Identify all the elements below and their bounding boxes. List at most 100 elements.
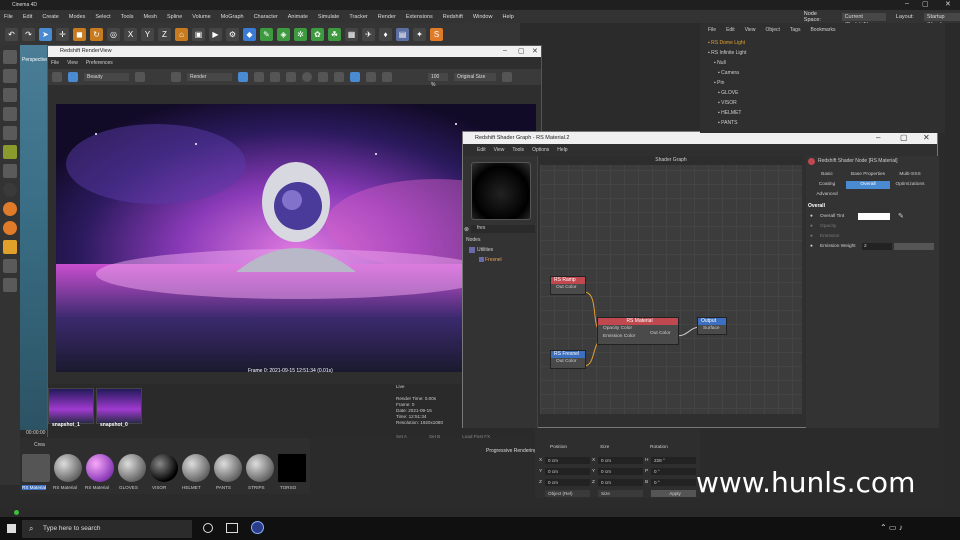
material-swatch[interactable] — [150, 454, 178, 482]
material-label[interactable]: HELMET — [182, 485, 201, 490]
object-item[interactable]: ▪ RS Dome Light — [708, 38, 745, 48]
node-rs-ramp[interactable]: RS Ramp Out Color — [550, 276, 586, 295]
rot-p-field[interactable]: 0 ° — [651, 468, 696, 475]
pos-z-field[interactable]: 0 cm — [545, 479, 590, 486]
menu-redshift[interactable]: Redshift — [443, 14, 463, 20]
clear-search-icon[interactable]: ⊗ — [464, 226, 469, 233]
rv-settings-icon[interactable] — [502, 72, 512, 82]
tab-optimizations[interactable]: Optimizations — [890, 181, 930, 189]
bulb-icon[interactable]: ✦ — [413, 27, 426, 41]
scale-icon[interactable]: ◼ — [73, 27, 86, 41]
coord-mode-dropdown[interactable]: Object (Rel) — [545, 490, 590, 497]
deformer-icon[interactable]: ✿ — [311, 27, 324, 41]
rv-stop-icon[interactable] — [52, 72, 62, 82]
set-a-button[interactable]: Set A — [396, 434, 407, 439]
sky-icon[interactable]: ▤ — [396, 27, 409, 41]
x-axis-icon[interactable]: X — [124, 27, 137, 41]
material-swatch[interactable] — [86, 454, 114, 482]
uv-mode-icon[interactable] — [3, 145, 17, 159]
pos-x-field[interactable]: 0 cm — [545, 457, 590, 464]
overall-tint-swatch[interactable] — [858, 213, 890, 220]
menu-help[interactable]: Help — [502, 14, 513, 20]
om-menu-tags[interactable]: Tags — [790, 27, 801, 33]
polygons-mode-icon[interactable] — [3, 126, 17, 140]
tab-coating[interactable]: Coating — [808, 181, 846, 189]
material-label[interactable]: STRIPS — [248, 485, 265, 490]
material-swatch[interactable] — [278, 454, 306, 482]
tab-base-properties[interactable]: Base Properties — [846, 171, 890, 179]
z-axis-icon[interactable]: Z — [158, 27, 171, 41]
material-label[interactable]: RS Material — [85, 485, 109, 490]
texture-mode-icon[interactable] — [3, 69, 17, 83]
rotate-icon[interactable]: ↻ — [90, 27, 103, 41]
mm-menu-create[interactable]: Crea — [34, 442, 45, 448]
rv-aov-icon[interactable] — [135, 72, 145, 82]
sg-menu-tools[interactable]: Tools — [512, 147, 524, 153]
pen-icon[interactable]: ✎ — [260, 27, 273, 41]
undo-icon[interactable]: ↶ — [5, 27, 18, 41]
size-x-field[interactable]: 0 cm — [598, 457, 643, 464]
locked-workplane-icon[interactable] — [3, 259, 17, 273]
sg-menu-options[interactable]: Options — [532, 147, 549, 153]
node-rs-material[interactable]: RS Material Opacity Color Emission Color… — [597, 317, 679, 345]
system-tray-icons[interactable]: ⌃ ▭ ♪ — [880, 523, 903, 532]
render-view-icon[interactable]: ▶ — [209, 27, 222, 41]
camera-icon[interactable]: ✈ — [362, 27, 375, 41]
menu-character[interactable]: Character — [254, 14, 278, 20]
object-item[interactable]: ▪ RS Infinite Light — [708, 48, 746, 58]
node-port[interactable]: Out Color — [551, 284, 585, 292]
material-label[interactable]: TORSO — [280, 485, 296, 490]
menu-window[interactable]: Window — [473, 14, 493, 20]
field-icon[interactable]: ☘ — [328, 27, 341, 41]
cloner-icon[interactable]: ✲ — [294, 27, 307, 41]
menu-render[interactable]: Render — [378, 14, 396, 20]
om-menu-object[interactable]: Object — [765, 27, 779, 33]
cross-icon[interactable] — [334, 72, 344, 82]
material-label[interactable]: GLOVES — [119, 485, 138, 490]
object-item[interactable]: ▪ VISOR — [718, 98, 737, 108]
size-z-field[interactable]: 0 cm — [598, 479, 643, 486]
viewport-tab[interactable]: Perspective — [22, 57, 48, 63]
windows-start-icon[interactable] — [7, 524, 16, 533]
material-label[interactable]: VISOR — [152, 485, 166, 490]
material-swatch[interactable] — [182, 454, 210, 482]
fit-icon[interactable] — [318, 72, 328, 82]
pos-y-field[interactable]: 0 cm — [545, 468, 590, 475]
menu-mograph[interactable]: MoGraph — [221, 14, 244, 20]
material-swatch[interactable] — [246, 454, 274, 482]
render-mode-dropdown[interactable]: Render — [187, 73, 232, 81]
node-output[interactable]: Output Surface — [697, 317, 727, 335]
taskbar-search[interactable]: Type here to search — [22, 520, 192, 538]
select-arrow-icon[interactable]: ➤ — [39, 27, 52, 41]
menu-tracker[interactable]: Tracker — [349, 14, 367, 20]
keyframe-icon[interactable]: ● — [810, 214, 820, 220]
menu-mesh[interactable]: Mesh — [144, 14, 157, 20]
emission-weight-field[interactable]: 2 — [862, 243, 892, 250]
snapshot-thumb-0[interactable] — [96, 388, 142, 424]
points-mode-icon[interactable] — [3, 88, 17, 102]
minimize-icon[interactable]: – — [905, 0, 909, 7]
material-label[interactable]: PANTS — [216, 485, 231, 490]
snowflake-icon[interactable] — [270, 72, 280, 82]
sg-menu-help[interactable]: Help — [557, 147, 567, 153]
menu-volume[interactable]: Volume — [192, 14, 210, 20]
material-swatch[interactable] — [118, 454, 146, 482]
object-item[interactable]: ▪ Null — [714, 58, 726, 68]
viewport-3d[interactable]: Perspective 00:00:00 — [20, 45, 50, 436]
set-b-button[interactable]: Set B — [429, 434, 440, 439]
om-menu-file[interactable]: File — [708, 27, 716, 33]
sg-minimize-icon[interactable]: – — [876, 133, 880, 142]
object-item[interactable]: ▪ PANTS — [718, 118, 737, 128]
layout-dropdown[interactable]: Startup (User) — [923, 12, 960, 28]
zoom-dropdown[interactable]: 100 % — [428, 73, 448, 88]
renderview-close-icon[interactable]: ✕ — [532, 47, 538, 55]
rot-h-field[interactable]: 228 ° — [651, 457, 696, 464]
node-search-input[interactable]: fres — [471, 225, 535, 233]
floor-icon[interactable]: ▦ — [345, 27, 358, 41]
snowflake-icon-2[interactable] — [286, 72, 296, 82]
tree-utilities[interactable]: Utilities — [477, 247, 493, 253]
last-tool-icon[interactable]: ◎ — [107, 27, 120, 41]
menu-animate[interactable]: Animate — [288, 14, 308, 20]
cube-icon[interactable]: ◆ — [243, 27, 256, 41]
size-mode-dropdown[interactable]: Size — [598, 490, 643, 497]
